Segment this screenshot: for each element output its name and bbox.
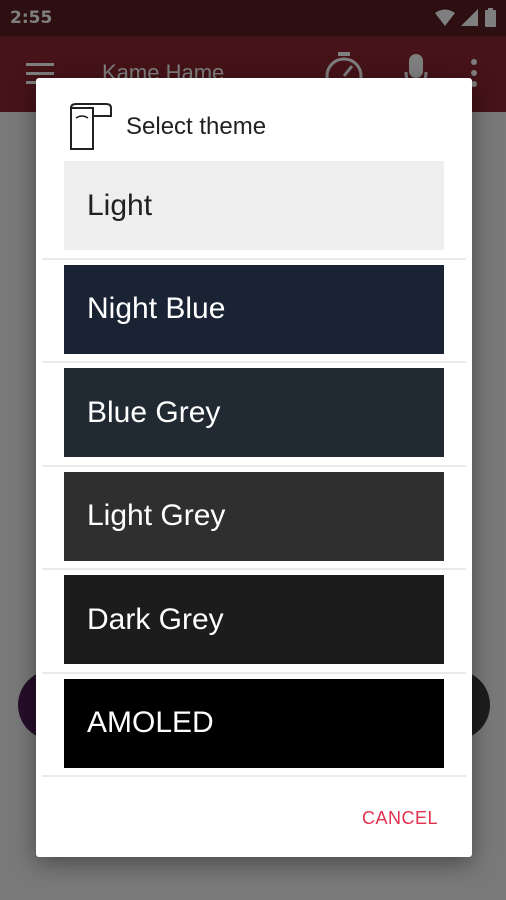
theme-option-label: Blue Grey — [87, 395, 221, 429]
theme-option-night-blue[interactable]: Night Blue — [64, 264, 444, 354]
theme-list: Light Night Blue Blue Grey Light Grey Da… — [36, 156, 472, 777]
theme-option-dark-grey[interactable]: Dark Grey — [64, 575, 444, 664]
theme-option-light[interactable]: Light — [64, 161, 444, 250]
theme-row: Light Grey — [36, 467, 472, 570]
cancel-button[interactable]: CANCEL — [362, 808, 438, 829]
theme-option-blue-grey[interactable]: Blue Grey — [64, 368, 444, 457]
theme-row: Light — [36, 156, 472, 260]
theme-option-label: Dark Grey — [87, 602, 224, 636]
dialog-header: Select theme — [68, 102, 266, 152]
theme-icon — [70, 103, 112, 150]
theme-row: Blue Grey — [36, 363, 472, 467]
theme-option-label: Night Blue — [87, 292, 226, 325]
theme-option-label: AMOLED — [87, 706, 214, 739]
divider — [42, 775, 466, 777]
theme-row: Night Blue — [36, 260, 472, 363]
theme-dialog: Select theme Light Night Blue Blue Grey … — [36, 78, 472, 857]
theme-option-amoled[interactable]: AMOLED — [64, 678, 444, 768]
dialog-title: Select theme — [126, 113, 267, 140]
theme-row: AMOLED — [36, 674, 472, 777]
theme-option-label: Light Grey — [87, 499, 226, 532]
theme-option-light-grey[interactable]: Light Grey — [64, 471, 444, 561]
theme-option-label: Light — [87, 188, 153, 222]
theme-row: Dark Grey — [36, 570, 472, 674]
